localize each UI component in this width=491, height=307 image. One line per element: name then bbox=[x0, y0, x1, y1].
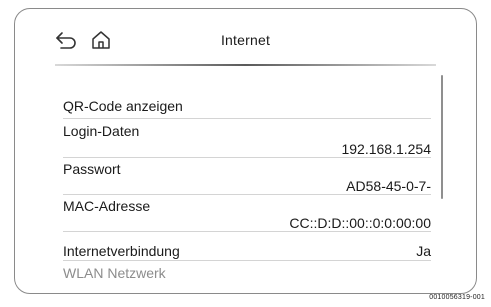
list-item-label: Login-Daten bbox=[63, 123, 140, 139]
device-screen: Internet QR-Code anzeigen Login-Daten 19… bbox=[14, 8, 477, 294]
figure-id: 0010056319-001 bbox=[429, 294, 485, 301]
page-title: Internet bbox=[220, 32, 271, 48]
list-item-value: Ja bbox=[416, 243, 431, 259]
settings-list: QR-Code anzeigen Login-Daten 192.168.1.2… bbox=[63, 86, 431, 281]
scrollbar[interactable] bbox=[441, 75, 443, 199]
list-item-label: WLAN Netzwerk bbox=[63, 265, 166, 281]
list-item-label: QR-Code anzeigen bbox=[63, 98, 183, 114]
list-item-mac-address[interactable]: MAC-Adresse CC::D:D::00::0:0:00:00 bbox=[63, 195, 431, 232]
list-item-login-data[interactable]: Login-Daten 192.168.1.254 bbox=[63, 119, 431, 158]
header-divider bbox=[55, 64, 436, 66]
list-item-value: AD58-45-0-7- bbox=[346, 178, 431, 194]
list-item-password[interactable]: Passwort AD58-45-0-7- bbox=[63, 158, 431, 195]
list-item-internet-connection[interactable]: Internetverbindung Ja bbox=[63, 232, 431, 261]
list-item-value: CC::D:D::00::0:0:00:00 bbox=[289, 215, 431, 231]
list-item-value: 192.168.1.254 bbox=[341, 141, 431, 157]
list-item-label: MAC-Adresse bbox=[63, 198, 151, 214]
list-item-label: Passwort bbox=[63, 161, 121, 177]
list-item-label: Internetverbindung bbox=[63, 243, 180, 259]
list-item-qr-code[interactable]: QR-Code anzeigen bbox=[63, 86, 431, 119]
list-item-wlan-network[interactable]: WLAN Netzwerk bbox=[63, 261, 431, 281]
screen-header: Internet bbox=[15, 9, 476, 66]
